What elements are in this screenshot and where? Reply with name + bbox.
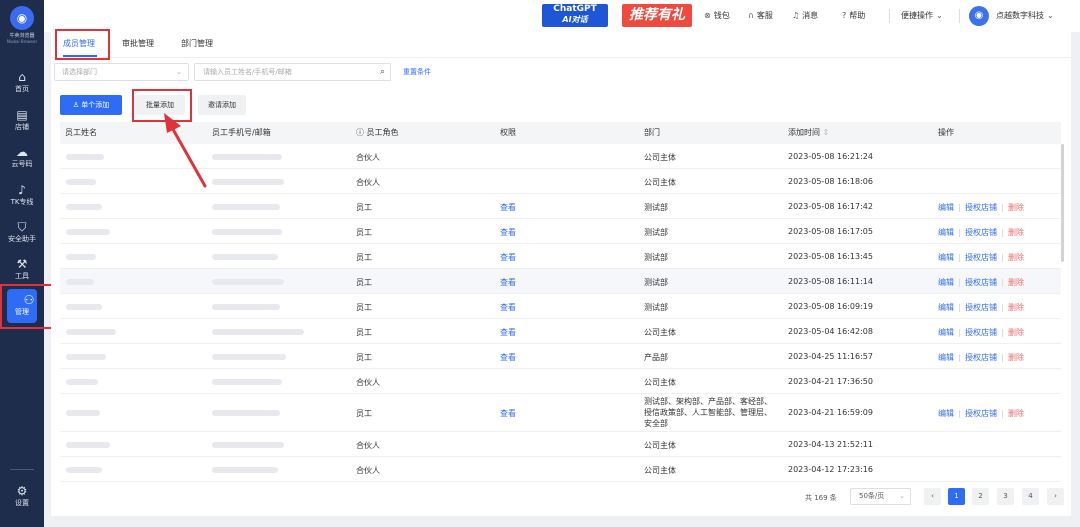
annotation-arrow [164, 113, 207, 188]
